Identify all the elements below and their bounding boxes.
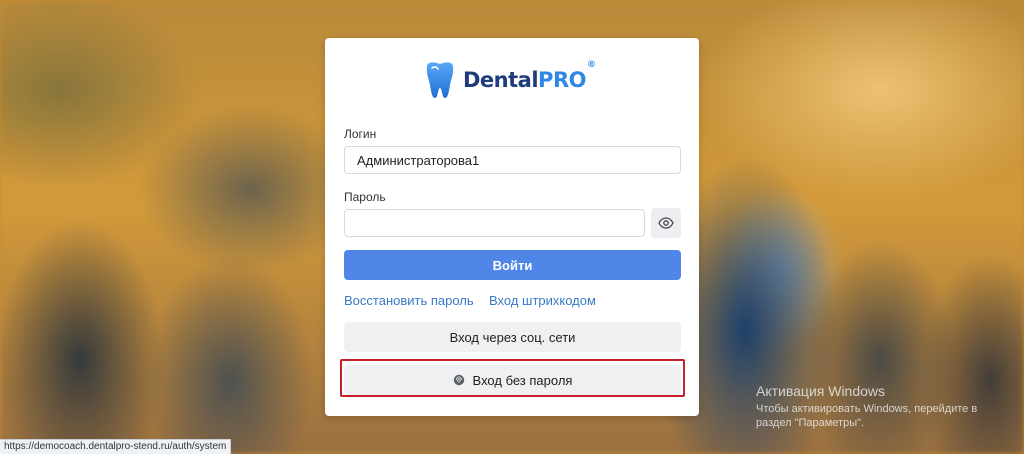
login-label: Логин <box>344 127 377 141</box>
restore-password-link[interactable]: Восстановить пароль <box>344 293 474 308</box>
status-bar-url: https://democoach.dentalpro-stend.ru/aut… <box>0 439 232 454</box>
password-label: Пароль <box>344 190 386 204</box>
fingerprint-icon <box>453 374 464 386</box>
login-input[interactable]: Администраторова1 <box>344 146 681 174</box>
barcode-login-link[interactable]: Вход штрихкодом <box>489 293 596 308</box>
brand-name: DentalPRO® <box>463 60 596 92</box>
eye-icon <box>658 217 674 229</box>
login-button[interactable]: Войти <box>344 250 681 280</box>
dentalpro-logo: DentalPRO® <box>423 60 596 100</box>
passwordless-login-label: Вход без пароля <box>472 372 573 388</box>
tooth-icon <box>426 62 454 98</box>
activation-title: Активация Windows <box>756 383 886 399</box>
social-login-button[interactable]: Вход через соц. сети <box>344 322 681 352</box>
registered-mark: ® <box>586 60 596 70</box>
login-card: DentalPRO® Логин Администраторова1 Парол… <box>325 38 699 416</box>
activation-line-1: Чтобы активировать Windows, перейдите в <box>756 403 978 415</box>
windows-activation-watermark: Активация Windows Чтобы активировать Win… <box>756 383 977 430</box>
passwordless-login-button[interactable]: Вход без пароля <box>344 365 681 395</box>
activation-line-2: раздел "Параметры". <box>756 417 865 429</box>
password-input[interactable] <box>344 209 645 237</box>
show-password-button[interactable] <box>651 208 681 238</box>
